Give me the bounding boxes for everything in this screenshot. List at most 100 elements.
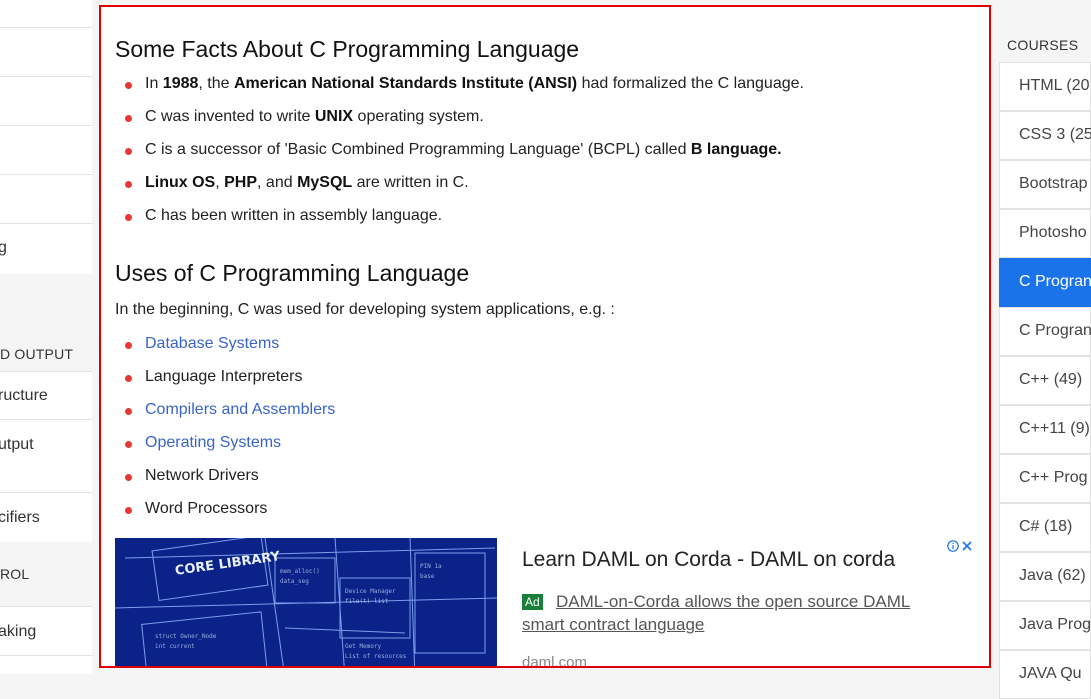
left-nav-group-control: aking	[0, 606, 92, 674]
left-nav-item[interactable]: utput	[0, 420, 92, 493]
left-nav-item[interactable]: g	[0, 224, 92, 273]
bullet-icon	[125, 474, 132, 481]
svg-text:base: base	[420, 573, 435, 580]
use-item[interactable]: Compilers and Assemblers	[145, 401, 335, 419]
svg-text:struct Owner_Node: struct Owner_Node	[155, 633, 217, 640]
use-item: Word Processors	[145, 500, 267, 518]
left-nav-item[interactable]	[0, 175, 92, 224]
fact-text: C is a successor of 'Basic Combined Prog…	[145, 141, 691, 158]
svg-text:PIN 1a: PIN 1a	[420, 563, 442, 570]
ad-title[interactable]: Learn DAML on Corda - DAML on corda	[522, 548, 895, 572]
course-item-label: C Progran	[1019, 322, 1091, 339]
uses-heading: Uses of C Programming Language	[115, 260, 470, 286]
fact-text: C has been written in assembly language.	[145, 207, 443, 224]
fact-emphasis: PHP	[224, 174, 258, 191]
info-icon[interactable]	[947, 540, 959, 555]
svg-text:data_seg: data_seg	[280, 578, 309, 585]
course-item[interactable]: C Progran	[999, 307, 1091, 356]
bullet-icon	[125, 507, 132, 514]
fact-emphasis: B language.	[690, 141, 782, 158]
use-item-link[interactable]: Operating Systems	[145, 434, 281, 451]
use-item[interactable]: Operating Systems	[145, 434, 281, 452]
bullet-icon	[125, 441, 132, 448]
left-nav-item[interactable]	[0, 77, 92, 126]
course-item[interactable]: C++ Prog	[999, 454, 1091, 503]
fact-text: , and	[257, 174, 298, 191]
use-item-label: Language Interpreters	[145, 368, 303, 385]
course-item-label: JAVA Qu	[1019, 665, 1082, 682]
course-item-label: C++ (49)	[1019, 371, 1083, 388]
right-sidebar: COURSES HTML (20 CSS 3 (25 Bootstrap Photos…	[999, 0, 1091, 699]
svg-text:Device Manager: Device Manager	[345, 588, 396, 595]
left-nav-group-io: ructure utput cifiers	[0, 371, 92, 542]
left-nav-item-label: utput	[0, 436, 34, 453]
fact-text: In	[145, 75, 163, 92]
fact-item: C is a successor of 'Basic Combined Prog…	[145, 141, 782, 159]
facts-heading: Some Facts About C Programming Language	[115, 36, 580, 62]
use-item: Network Drivers	[145, 467, 259, 485]
left-nav-item[interactable]: cifiers	[0, 493, 92, 542]
course-item[interactable]: C Progran	[999, 258, 1091, 307]
course-item[interactable]: Java (62)	[999, 552, 1091, 601]
fact-emphasis: 1988	[162, 75, 199, 92]
svg-text:Get Memory: Get Memory	[345, 643, 382, 650]
courses-heading: COURSES	[1007, 37, 1079, 53]
fact-emphasis: American National Standards Institute (A…	[233, 75, 578, 92]
bullet-icon	[125, 181, 132, 188]
ad-description[interactable]: DAML-on-Corda allows the open source DAM…	[522, 590, 942, 636]
course-item[interactable]: Java Prog	[999, 601, 1091, 650]
course-item[interactable]: C# (18)	[999, 503, 1091, 552]
course-item[interactable]: Photosho	[999, 209, 1091, 258]
course-item[interactable]: JAVA Qu	[999, 650, 1091, 699]
use-item-link[interactable]: Database Systems	[145, 335, 279, 352]
ad-url[interactable]: daml.com	[522, 654, 587, 666]
fact-item: C was invented to write UNIX operating s…	[145, 108, 484, 126]
course-item-label: C++ Prog	[1019, 469, 1088, 486]
course-item-label: Bootstrap	[1019, 175, 1088, 192]
fact-text: , the	[198, 75, 234, 92]
svg-text:int current: int current	[155, 643, 195, 650]
svg-text:List of resources: List of resources	[345, 653, 407, 660]
left-nav-item-label: g	[0, 239, 7, 256]
fact-emphasis: UNIX	[314, 108, 354, 125]
fact-text: ,	[215, 174, 225, 191]
course-item[interactable]: C++ (49)	[999, 356, 1091, 405]
left-nav-item[interactable]: ructure	[0, 372, 92, 420]
course-item-label: CSS 3 (25	[1019, 126, 1091, 143]
left-nav-item[interactable]: aking	[0, 607, 92, 656]
fact-emphasis: Linux OS	[145, 174, 216, 191]
svg-text:mem_alloc(): mem_alloc()	[280, 568, 320, 575]
ad-image[interactable]: mem_alloc() data_seg Device Manager file(t…	[115, 538, 497, 666]
use-item-label: Word Processors	[145, 500, 268, 517]
left-nav-item[interactable]	[0, 0, 92, 28]
bullet-icon	[125, 82, 132, 89]
bullet-icon	[125, 214, 132, 221]
fact-item: C has been written in assembly language.	[145, 207, 442, 225]
close-icon[interactable]	[962, 538, 972, 554]
uses-intro: In the beginning, C was used for develop…	[115, 301, 615, 318]
use-item-link[interactable]: Compilers and Assemblers	[145, 401, 335, 418]
course-item-label: C# (18)	[1019, 518, 1073, 535]
svg-text:file(t) list: file(t) list	[345, 598, 389, 605]
left-nav-item[interactable]	[0, 28, 92, 77]
ad-badge: Ad	[522, 594, 543, 610]
course-item-label: Java Prog	[1019, 616, 1091, 633]
fact-item: In 1988, the American National Standards…	[145, 75, 804, 93]
course-item-label: C++11 (9)	[1019, 420, 1090, 437]
bullet-icon	[125, 408, 132, 415]
left-nav-item[interactable]	[0, 126, 92, 175]
course-item-label: Photosho	[1019, 224, 1087, 241]
use-item-label: Network Drivers	[145, 467, 259, 484]
course-item[interactable]: C++11 (9)	[999, 405, 1091, 454]
fact-item: Linux OS, PHP, and MySQL are written in …	[145, 174, 469, 192]
course-item-label: Java (62)	[1019, 567, 1086, 584]
course-item[interactable]: Bootstrap	[999, 160, 1091, 209]
left-sidebar: g D OUTPUT ructure utput cifiers ROL aki…	[0, 0, 92, 674]
course-item[interactable]: HTML (20	[999, 62, 1091, 111]
course-item-label: C Progran	[1019, 273, 1091, 290]
left-section-heading-control: ROL	[0, 566, 30, 582]
ad-blueprint-graphic: mem_alloc() data_seg Device Manager file(t…	[115, 538, 497, 666]
use-item[interactable]: Database Systems	[145, 335, 279, 353]
bullet-icon	[125, 115, 132, 122]
course-item[interactable]: CSS 3 (25	[999, 111, 1091, 160]
